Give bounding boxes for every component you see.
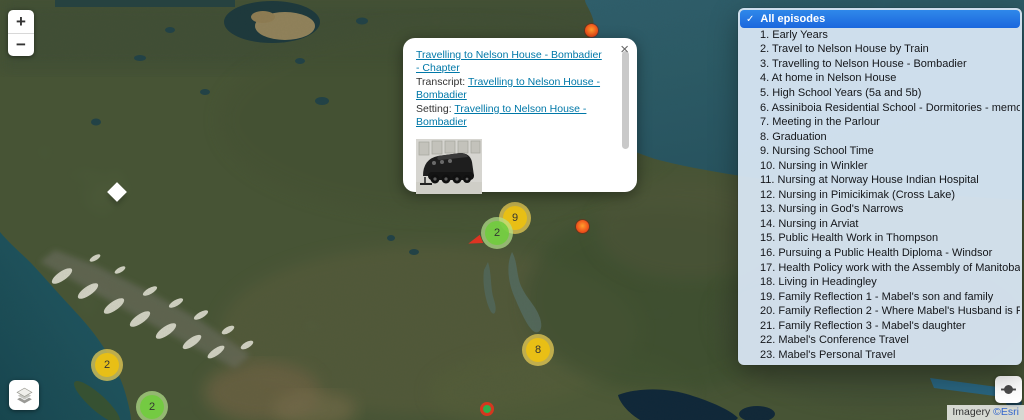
episode-option[interactable]: 2. Travel to Nelson House by Train [740,43,1020,58]
dot-marker[interactable] [576,220,589,233]
attribution-prefix: Imagery [952,406,993,418]
episode-option[interactable]: 3. Travelling to Nelson House - Bombadie… [740,57,1020,72]
dot-marker[interactable] [480,402,494,416]
transcript-label: Transcript: [416,76,468,88]
cluster-marker[interactable]: 2 [91,349,123,381]
map-attribution: Imagery ©Esri [947,405,1024,420]
episode-option[interactable]: 11. Nursing at Norway House Indian Hospi… [740,173,1020,188]
episode-option[interactable]: 13. Nursing in God's Narrows [740,203,1020,218]
episode-option[interactable]: 23. Mabel's Personal Travel [740,348,1020,363]
episode-option[interactable]: 12. Nursing in Pimicikimak (Cross Lake) [740,188,1020,203]
layers-icon [15,386,34,405]
episode-option[interactable]: 14. Nursing in Arviat [740,217,1020,232]
cluster-marker[interactable]: 8 [522,334,554,366]
cluster-count: 8 [526,338,550,362]
esri-attribution-link[interactable]: ©Esri [993,406,1019,418]
selected-option-label: All episodes [760,13,825,25]
locate-button[interactable] [995,376,1022,403]
episode-option[interactable]: 7. Meeting in the Parlour [740,115,1020,130]
popup-scrollbar-thumb[interactable] [622,51,629,149]
bombardier-photo [416,139,482,194]
dot-marker[interactable] [585,24,598,37]
episode-option-all[interactable]: ✓ All episodes [740,10,1020,28]
episode-option[interactable]: 1. Early Years [740,28,1020,43]
locate-icon [1000,381,1017,398]
episode-option[interactable]: 9. Nursing School Time [740,144,1020,159]
episode-option[interactable]: 16. Pursuing a Public Health Diploma - W… [740,246,1020,261]
episode-option[interactable]: 19. Family Reflection 1 - Mabel's son an… [740,290,1020,305]
episode-option[interactable]: 20. Family Reflection 2 - Where Mabel's … [740,304,1020,319]
zoom-out-button[interactable]: − [8,33,34,56]
episode-option[interactable]: 22. Mabel's Conference Travel [740,333,1020,348]
cluster-count: 2 [95,353,119,377]
episode-option[interactable]: 10. Nursing in Winkler [740,159,1020,174]
episode-option[interactable]: 18. Living in Headingley [740,275,1020,290]
episode-option[interactable]: 17. Health Policy work with the Assembly… [740,261,1020,276]
cluster-count: 2 [140,395,164,419]
zoom-in-button[interactable]: + [8,10,34,33]
story-popup: Travelling to Nelson House - Bombadier -… [403,38,637,192]
map-application: 9 2 8 2 [0,0,1024,420]
episode-dropdown-menu: ✓ All episodes 1. Early Years 2. Travel … [738,8,1022,365]
episode-option[interactable]: 6. Assiniboia Residential School - Dormi… [740,101,1020,116]
cluster-marker[interactable]: 2 [481,217,513,249]
layers-control-button[interactable] [9,380,39,410]
popup-close-icon[interactable]: × [620,41,629,59]
episode-option[interactable]: 21. Family Reflection 3 - Mabel's daught… [740,319,1020,334]
popup-content: Travelling to Nelson House - Bombadier -… [416,49,608,194]
checkmark-icon: ✓ [746,14,754,25]
cluster-count: 2 [485,221,509,245]
episode-option[interactable]: 15. Public Health Work in Thompson [740,232,1020,247]
zoom-control: + − [8,10,34,56]
cluster-marker[interactable]: 2 [136,391,168,420]
chapter-link[interactable]: Travelling to Nelson House - Bombadier -… [416,49,602,74]
episode-option[interactable]: 5. High School Years (5a and 5b) [740,86,1020,101]
episode-option[interactable]: 4. At home in Nelson House [740,72,1020,87]
setting-label: Setting: [416,103,454,115]
episode-option[interactable]: 8. Graduation [740,130,1020,145]
